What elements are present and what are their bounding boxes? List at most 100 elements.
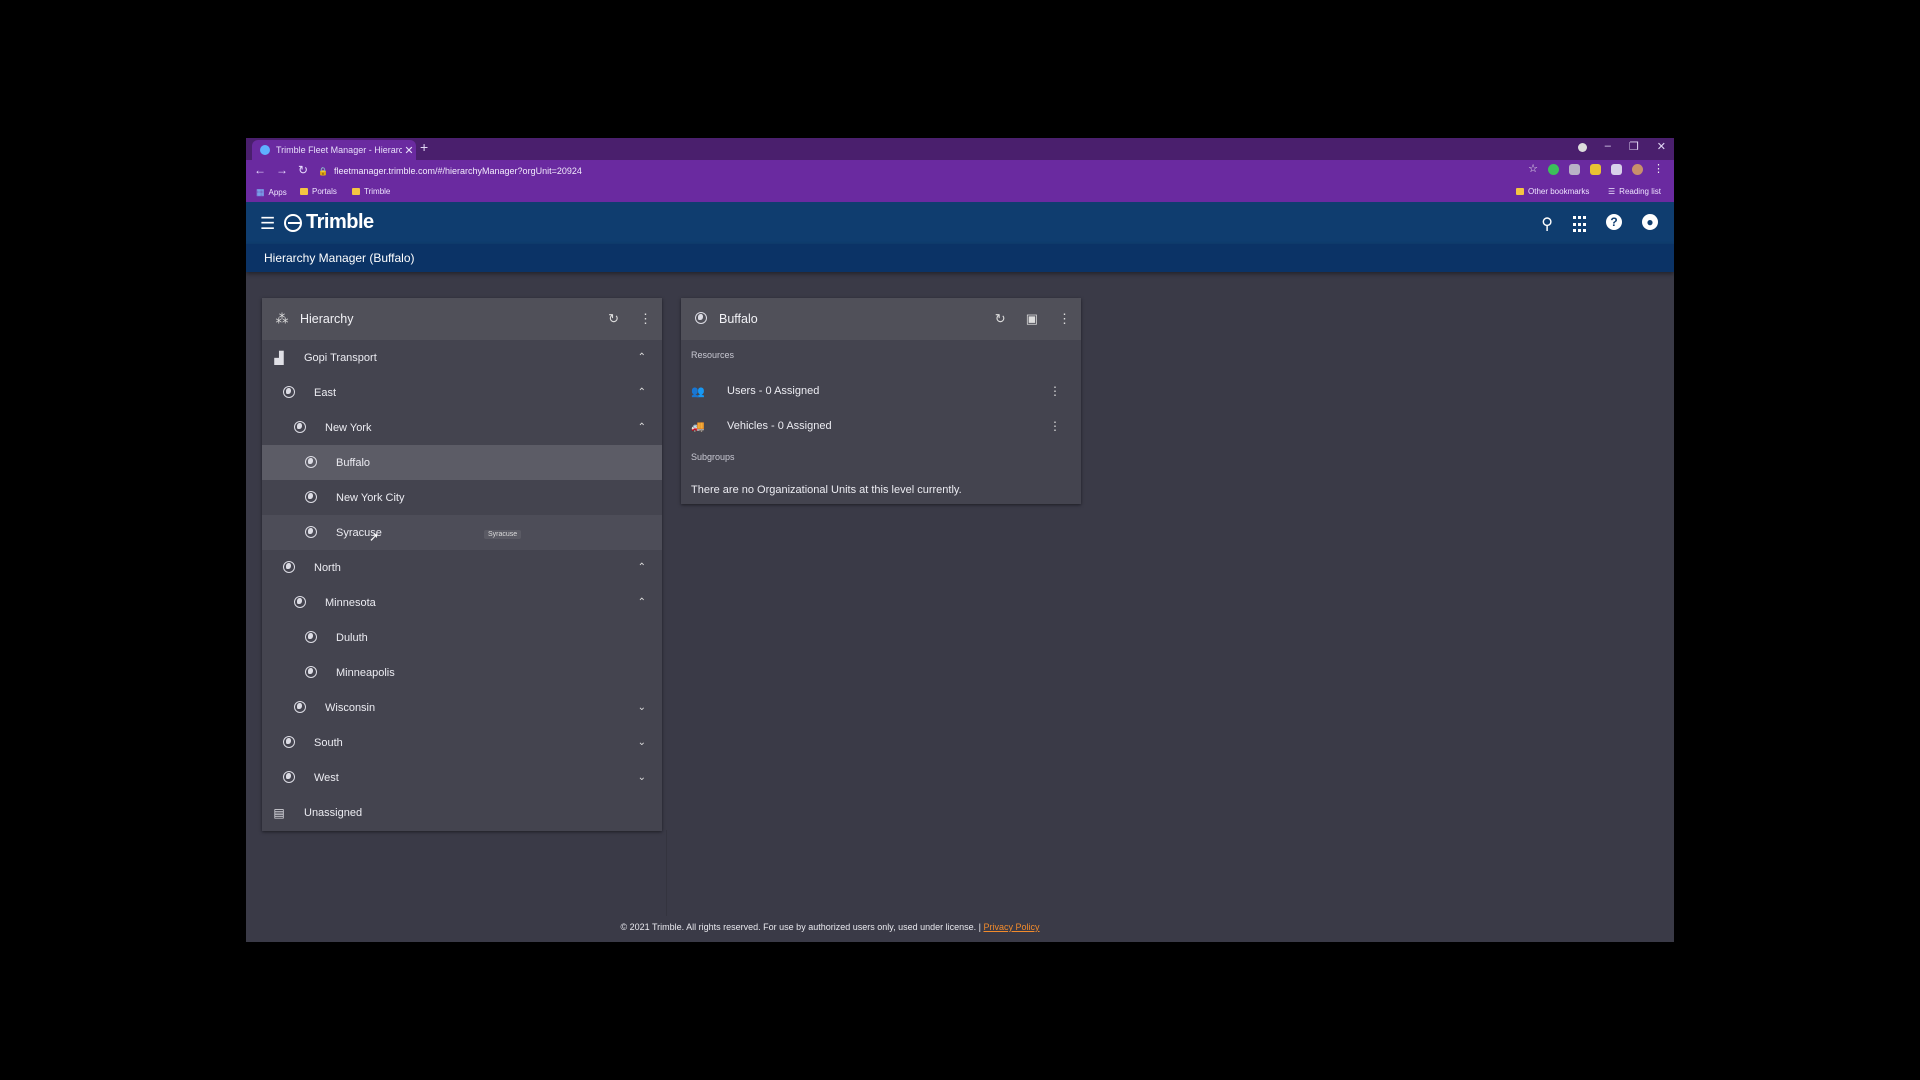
privacy-policy-link[interactable]: Privacy Policy [983,922,1039,932]
globe-icon [304,665,318,680]
tree-item[interactable]: Minneapolis [262,655,662,690]
account-icon[interactable]: ● [1642,214,1658,230]
tree-item[interactable]: Wisconsin ⌄ [262,690,662,725]
window-controls: – ❐ ✕ [1577,140,1666,153]
detail-panel: Buffalo ↻ ▣ ⋮ Resources 👥 Users - 0 Assi… [681,298,1081,504]
add-folder-icon[interactable]: ▣ [1026,311,1038,327]
chevron-up-icon[interactable]: ⌃ [638,387,646,398]
globe-icon [293,420,307,435]
kebab-menu-icon[interactable]: ⋮ [1653,164,1664,175]
tree-item[interactable]: East ⌃ [262,375,662,410]
bookmark-apps[interactable]: ▦ Apps [256,187,287,198]
bookmark-other[interactable]: Other bookmarks [1516,187,1589,196]
browser-tab[interactable]: Trimble Fleet Manager - Hierarc ✕ [252,140,416,160]
tree-item[interactable]: Syracuse [262,515,662,550]
tree-item[interactable]: New York City [262,480,662,515]
tree-item-label: New York [325,421,372,434]
hamburger-menu-icon[interactable]: ☰ [260,214,275,234]
globe-icon [282,770,296,785]
refresh-icon[interactable]: ↻ [608,311,619,327]
tree-item[interactable]: North ⌃ [262,550,662,585]
tree-item[interactable]: ▟ Gopi Transport ⌃ [262,340,662,375]
chevron-down-icon[interactable]: ⌄ [638,737,646,748]
browser-window: Trimble Fleet Manager - Hierarc ✕ + – ❐ … [246,138,1674,942]
folder-icon [352,188,360,195]
extension-green-icon[interactable] [1548,164,1559,175]
tree-item[interactable]: Minnesota ⌃ [262,585,662,620]
url-text: fleetmanager.trimble.com/#/hierarchyMana… [333,166,582,176]
hierarchy-panel: ⁂ Hierarchy ↻ ⋮ ▟ Gopi Transport ⌃ East ⌃ New… [262,298,662,831]
resources-label: Resources [691,350,735,360]
footer-copyright: © 2021 Trimble. All rights reserved. For… [620,922,981,932]
close-window-icon[interactable]: ✕ [1657,140,1666,153]
globe-icon [282,735,296,750]
lock-icon: 🔒 [318,166,328,176]
empty-state-message: There are no Organizational Units at thi… [691,484,962,496]
browser-tab-strip: Trimble Fleet Manager - Hierarc ✕ + – ❐ … [246,138,1674,160]
page-title-bar: Hierarchy Manager (Buffalo) [246,244,1674,272]
tooltip: Syracuse [484,530,522,539]
tree-item[interactable]: Duluth [262,620,662,655]
more-options-icon[interactable]: ⋮ [639,311,652,327]
apps-grid-icon: ▦ [256,187,265,197]
new-tab-button[interactable]: + [420,139,428,155]
users-icon: 👥 [691,385,705,398]
more-options-icon[interactable]: ⋮ [1049,419,1061,433]
tree-item[interactable]: South ⌄ [262,725,662,760]
app-launcher-icon[interactable] [1573,216,1586,234]
extension-gray-icon[interactable] [1569,164,1580,175]
hierarchy-tree-icon: ⁂ [275,311,289,326]
chevron-down-icon[interactable]: ⌄ [638,702,646,713]
chevron-up-icon[interactable]: ⌃ [638,597,646,608]
bookmark-portals[interactable]: Portals [300,187,337,196]
avatar[interactable] [1632,164,1643,175]
chevron-up-icon[interactable]: ⌃ [638,352,646,363]
tree-item[interactable]: Buffalo [262,445,662,480]
trimble-logo[interactable]: Trimble [284,211,374,234]
restore-icon[interactable]: ❐ [1629,140,1639,153]
globe-icon [304,525,318,540]
reload-icon[interactable]: ↻ [298,163,308,177]
tree-item-label: North [314,561,341,574]
chevron-up-icon[interactable]: ⌃ [638,562,646,573]
search-icon[interactable]: ⚲ [1541,214,1553,234]
back-icon[interactable]: ← [254,163,266,177]
address-bar[interactable]: 🔒 fleetmanager.trimble.com/#/hierarchyMa… [318,162,1418,180]
resource-row-vehicles[interactable]: 🚚 Vehicles - 0 Assigned ⋮ [681,409,1081,443]
resource-row-users[interactable]: 👥 Users - 0 Assigned ⋮ [681,374,1081,408]
tree-item[interactable]: West ⌄ [262,760,662,795]
more-options-icon[interactable]: ⋮ [1049,384,1061,398]
page-title: Hierarchy Manager (Buffalo) [264,251,415,265]
tree-item-label: Minnesota [325,596,376,609]
bookmark-trimble[interactable]: Trimble [352,187,390,196]
refresh-icon[interactable]: ↻ [995,311,1006,327]
forward-icon[interactable]: → [276,163,288,177]
star-icon[interactable]: ☆ [1528,164,1538,175]
nav-buttons: ← → ↻ [254,163,308,177]
globe-icon [282,385,296,400]
profile-dot-icon[interactable] [1577,143,1587,152]
hierarchy-panel-header: ⁂ Hierarchy ↻ ⋮ [262,298,662,340]
tree-item-label: Buffalo [336,456,371,469]
folder-icon [300,188,308,195]
tree-item-label: East [314,386,337,399]
help-icon[interactable]: ? [1606,214,1622,230]
tree-item[interactable]: ▤ Unassigned [262,795,662,830]
tree-item-label: Unassigned [304,806,363,819]
subgroups-label: Subgroups [691,452,735,462]
extension-yellow-icon[interactable] [1590,164,1601,175]
tab-title: Trimble Fleet Manager - Hierarc [276,145,402,155]
tree-item[interactable]: New York ⌃ [262,410,662,445]
tab-close-icon[interactable]: ✕ [402,144,416,157]
bookmark-reading-list[interactable]: ☰ Reading list [1608,187,1661,196]
mouse-cursor-icon: ➚ [369,530,380,544]
chevron-down-icon[interactable]: ⌄ [638,772,646,783]
globe-icon [304,630,318,645]
puzzle-icon[interactable] [1611,164,1622,175]
chevron-up-icon[interactable]: ⌃ [638,422,646,433]
detail-panel-header: Buffalo ↻ ▣ ⋮ [681,298,1081,340]
unassigned-folder-icon: ▤ [273,805,285,820]
footer: © 2021 Trimble. All rights reserved. For… [246,922,1414,932]
minimize-icon[interactable]: – [1605,140,1611,153]
more-options-icon[interactable]: ⋮ [1058,311,1071,327]
